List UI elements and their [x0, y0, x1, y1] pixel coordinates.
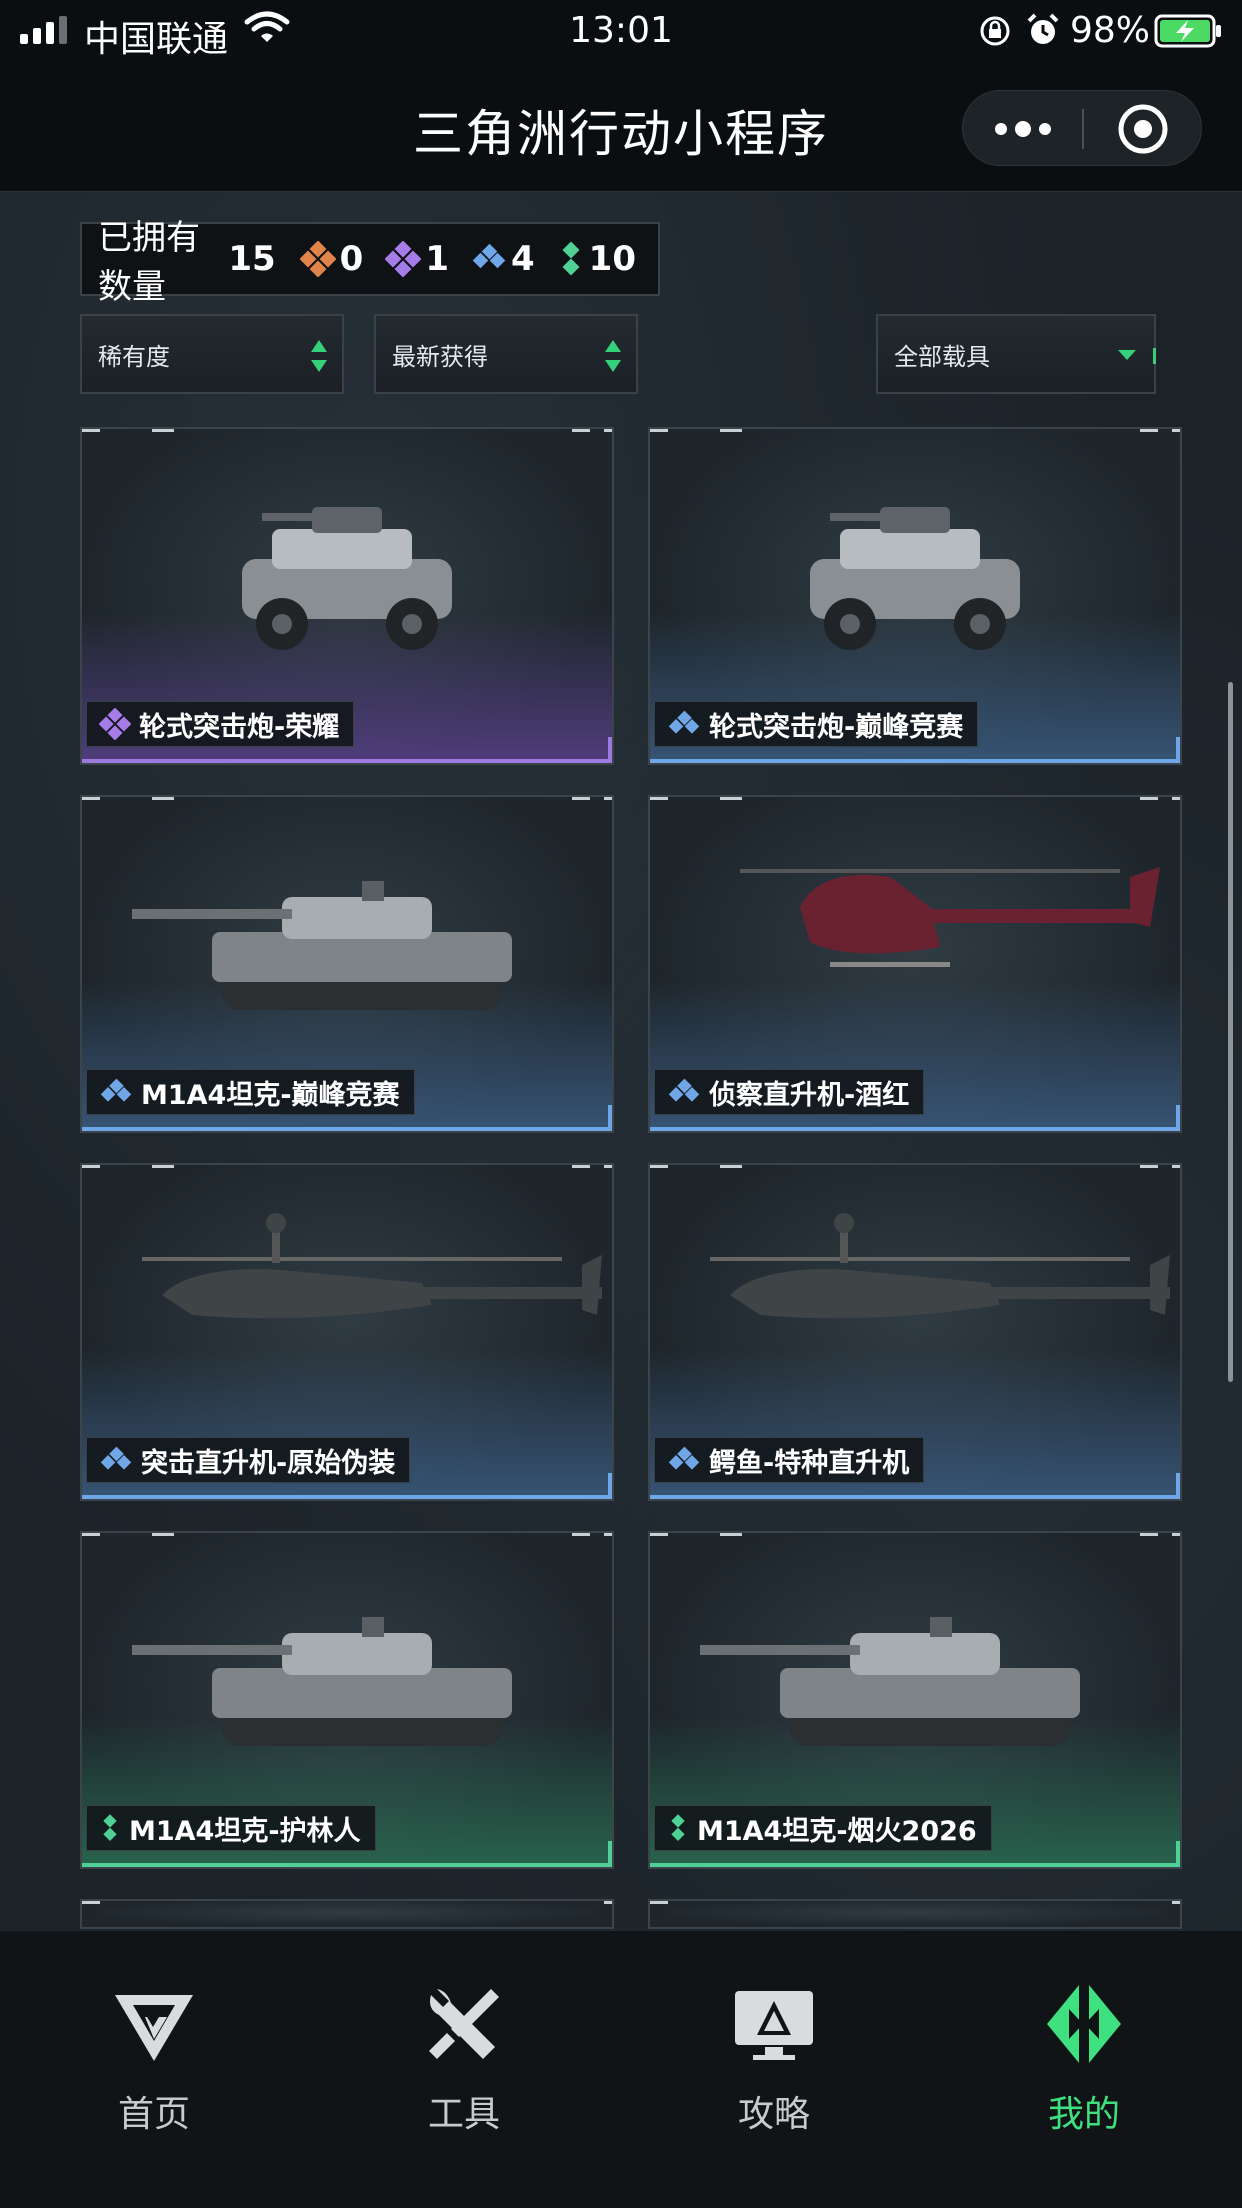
blue-gem-icon: [668, 1078, 700, 1102]
tab-guide-label: 攻略: [737, 2094, 810, 2135]
owned-count-total: 15: [228, 239, 276, 279]
sort-arrows-icon: [605, 340, 621, 372]
status-bar: 中国联通 13:01 98%: [0, 0, 1242, 62]
profile-logo-icon: [1047, 1985, 1121, 2063]
green-gem-icon: [671, 1814, 685, 1841]
vehicle-card[interactable]: 侦察直升机-酒红: [648, 795, 1182, 1133]
vehicle-name-tag: 鳄鱼-特种直升机: [654, 1437, 925, 1483]
miniprogram-capsule: [962, 90, 1202, 166]
vehicle-card[interactable]: 轮式突击炮-荣耀: [80, 427, 614, 765]
vehicle-card-partial[interactable]: [648, 1899, 1182, 1929]
green-gem-icon: [103, 1814, 117, 1841]
purple-gem-icon: [385, 241, 422, 277]
target-close-icon: [1118, 104, 1168, 154]
vehicle-collection: 已拥有数量 15 0 1 4 10 稀有度 最新获得 全部载具 轮式突击炮-荣耀…: [0, 192, 1242, 1930]
vehicle-image: [242, 507, 452, 650]
vehicle-image: [132, 1617, 512, 1746]
blue-gem-icon: [668, 1446, 700, 1470]
vehicle-name: M1A4坦克-护林人: [129, 1815, 361, 1847]
vehicle-image: [740, 867, 1160, 967]
close-miniprogram-button[interactable]: [1083, 91, 1203, 167]
vehicle-name-tag: 侦察直升机-酒红: [654, 1069, 925, 1115]
tab-profile-label: 我的: [1047, 2094, 1120, 2135]
vehicle-name-tag: M1A4坦克-护林人: [86, 1805, 376, 1851]
blue-gem-count: 4: [471, 239, 535, 279]
vehicle-name-tag: 轮式突击炮-荣耀: [86, 701, 355, 747]
vehicle-card[interactable]: 鳄鱼-特种直升机: [648, 1163, 1182, 1501]
vehicle-name-tag: M1A4坦克-烟火2026: [654, 1805, 992, 1851]
vehicle-name: M1A4坦克-烟火2026: [697, 1815, 977, 1847]
blue-gem-icon: [472, 243, 506, 269]
vehicle-card[interactable]: M1A4坦克-烟火2026: [648, 1531, 1182, 1869]
vehicle-name-tag: M1A4坦克-巅峰竞赛: [86, 1069, 415, 1115]
vehicle-image: [700, 1617, 1080, 1746]
rarity-filter-label: 稀有度: [98, 342, 170, 371]
tab-home-label: 首页: [117, 2094, 190, 2135]
tab-profile[interactable]: 我的: [984, 1979, 1184, 2137]
vehicle-name-tag: 突击直升机-原始伪装: [86, 1437, 411, 1483]
scrollbar[interactable]: [1228, 682, 1233, 1382]
vehicle-card-partial[interactable]: [80, 1899, 614, 1929]
guide-monitor-icon: [735, 1991, 813, 2060]
green-gem-count: 10: [557, 239, 636, 279]
tab-tools-label: 工具: [427, 2094, 500, 2135]
vehicle-card[interactable]: 突击直升机-原始伪装: [80, 1163, 614, 1501]
orange-gem-count: 0: [299, 239, 363, 279]
owned-count-box: 已拥有数量 15 0 1 4 10: [80, 218, 660, 307]
battery-percent: 98%: [1070, 10, 1151, 51]
vehicle-image: [810, 507, 1020, 650]
sort-filter[interactable]: 最新获得: [374, 314, 638, 394]
bottom-tab-bar: 首页 工具 攻略 我的: [0, 1930, 1242, 2208]
blue-gem-icon: [100, 1078, 132, 1102]
alarm-icon: [1027, 13, 1059, 44]
vehicle-name: 侦察直升机-酒红: [709, 1079, 910, 1111]
vehicle-card[interactable]: M1A4坦克-巅峰竞赛: [80, 795, 614, 1133]
blue-gem-icon: [100, 1446, 132, 1470]
vehicle-image: [710, 1213, 1170, 1319]
orange-gem-icon: [299, 241, 336, 277]
sort-arrows-icon: [311, 340, 327, 372]
tab-home[interactable]: 首页: [54, 1979, 254, 2137]
vehicle-image: [142, 1213, 602, 1319]
vehicle-type-label: 全部载具: [894, 342, 990, 371]
battery-charging-icon: [1154, 14, 1221, 48]
vehicle-name-tag: 轮式突击炮-巅峰竞赛: [654, 701, 979, 747]
vehicle-type-dropdown[interactable]: 全部载具: [876, 314, 1156, 394]
vehicle-image: [132, 881, 512, 1010]
dropdown-arrow-icon: [1118, 350, 1136, 360]
vehicle-name: 轮式突击炮-巅峰竞赛: [709, 711, 964, 743]
sort-filter-label: 最新获得: [392, 342, 488, 371]
vehicle-card[interactable]: 轮式突击炮-巅峰竞赛: [648, 427, 1182, 765]
vehicle-name: 轮式突击炮-荣耀: [139, 711, 340, 743]
rarity-filter[interactable]: 稀有度: [80, 314, 344, 394]
rotation-lock-icon: [980, 16, 1010, 46]
tools-icon: [429, 1989, 499, 2059]
purple-gem-count: 1: [385, 239, 449, 279]
vehicle-name: M1A4坦克-巅峰竞赛: [141, 1079, 400, 1111]
title-bar: 三角洲行动小程序: [0, 62, 1242, 192]
blue-gem-icon: [668, 710, 700, 734]
more-options-button[interactable]: [963, 91, 1083, 167]
purple-gem-icon: [99, 708, 131, 740]
vehicle-name: 突击直升机-原始伪装: [141, 1447, 396, 1479]
home-logo-icon: [115, 1995, 193, 2061]
vehicle-card[interactable]: M1A4坦克-护林人: [80, 1531, 614, 1869]
tab-tools[interactable]: 工具: [364, 1979, 564, 2137]
green-gem-icon: [562, 241, 580, 276]
vehicle-name: 鳄鱼-特种直升机: [709, 1447, 910, 1479]
owned-count-label: 已拥有数量: [98, 218, 200, 307]
tab-guide[interactable]: 攻略: [674, 1979, 874, 2137]
